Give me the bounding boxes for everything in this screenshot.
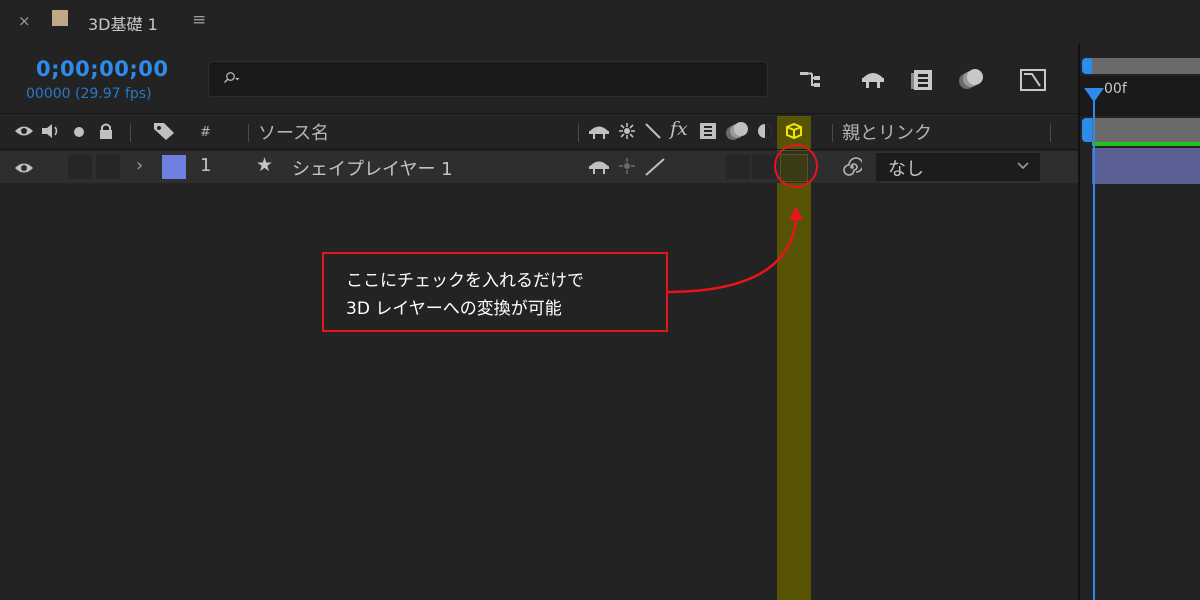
current-time-indicator-head[interactable] <box>1084 88 1104 102</box>
search-field[interactable] <box>208 61 768 97</box>
motion-blur-icon[interactable] <box>724 121 752 141</box>
eye-icon[interactable] <box>14 124 34 138</box>
highlight-circle <box>774 144 818 188</box>
layer-duration-bar[interactable] <box>1092 148 1200 184</box>
effect-icon[interactable]: fx <box>670 118 688 140</box>
close-tab-icon[interactable]: × <box>18 12 31 30</box>
time-navigator-bar[interactable] <box>1092 58 1200 74</box>
current-time-indicator-line[interactable] <box>1093 88 1095 600</box>
layer-name[interactable]: シェイプレイヤー 1 <box>292 155 453 181</box>
quality-icon[interactable] <box>644 122 662 140</box>
label-color-swatch[interactable] <box>162 155 186 179</box>
adjustment-layer-toggle[interactable] <box>752 155 776 179</box>
column-separator <box>130 124 131 142</box>
shy-switch-icon[interactable] <box>588 157 610 175</box>
row-divider <box>0 149 1078 150</box>
column-separator <box>578 124 579 142</box>
flowchart-icon[interactable] <box>798 64 828 94</box>
quality-switch-icon[interactable] <box>644 157 666 177</box>
chevron-down-icon <box>1017 162 1029 170</box>
source-name-header[interactable]: ソース名 <box>258 119 329 145</box>
column-separator <box>832 124 833 142</box>
cube-3d-icon[interactable] <box>785 122 803 140</box>
motion-blur-toggle[interactable] <box>726 155 750 179</box>
parent-link-header[interactable]: 親とリンク <box>842 119 932 145</box>
solo-toggle[interactable] <box>68 155 92 179</box>
timeline-divider[interactable] <box>1078 44 1080 600</box>
callout-text-line1: ここにチェックを入れるだけで <box>346 271 584 291</box>
motion-blur-master-icon[interactable] <box>956 64 986 94</box>
label-tag-icon[interactable] <box>152 121 176 141</box>
layer-number: 1 <box>200 155 212 176</box>
panel-menu-icon[interactable]: ≡ <box>192 10 206 30</box>
tab-bar <box>0 0 1200 44</box>
composition-color-swatch <box>52 10 68 26</box>
callout-box: ここにチェックを入れるだけで 3D レイヤーへの変換が可能 <box>322 252 668 332</box>
lock-icon[interactable] <box>98 122 114 140</box>
pick-whip-icon[interactable] <box>842 157 862 177</box>
parent-dropdown[interactable]: なし <box>876 153 1040 181</box>
header-divider <box>0 113 1078 114</box>
layer-number-header[interactable]: # <box>200 125 211 140</box>
shy-icon[interactable] <box>588 122 610 140</box>
render-cache-bar <box>1092 142 1200 146</box>
time-ruler-label: 00f <box>1104 81 1127 97</box>
frame-count-display: 00000 (29.97 fps) <box>26 86 152 102</box>
3d-layer-column-highlight <box>777 116 811 600</box>
frame-blending-master-icon[interactable] <box>908 64 938 94</box>
work-area-bar[interactable] <box>1092 118 1200 142</box>
solo-dot-icon[interactable] <box>72 125 86 139</box>
expand-chevron-icon[interactable]: › <box>136 155 143 176</box>
adjustment-icon[interactable] <box>756 122 774 140</box>
graph-editor-icon[interactable] <box>1018 64 1048 94</box>
layer-visibility-eye-icon[interactable] <box>14 161 34 175</box>
speaker-icon[interactable] <box>40 122 62 140</box>
lock-toggle[interactable] <box>96 155 120 179</box>
parent-dropdown-value: なし <box>888 159 924 180</box>
frame-blend-icon[interactable] <box>698 122 718 140</box>
tab-title[interactable]: 3D基礎 1 <box>88 11 158 35</box>
column-separator <box>248 124 249 142</box>
shy-master-icon[interactable] <box>858 64 888 94</box>
current-time-display[interactable]: 0;00;00;00 <box>36 57 168 81</box>
time-navigator-handle[interactable] <box>1082 58 1092 74</box>
callout-text-line2: 3D レイヤーへの変換が可能 <box>346 299 562 319</box>
shape-layer-star-icon: ★ <box>256 154 274 176</box>
search-icon[interactable] <box>223 69 241 87</box>
work-area-start-handle[interactable] <box>1082 118 1092 142</box>
callout-arrow <box>665 206 803 294</box>
collapse-icon[interactable] <box>618 122 636 140</box>
column-separator <box>1050 124 1051 142</box>
collapse-switch-icon[interactable] <box>618 157 636 175</box>
